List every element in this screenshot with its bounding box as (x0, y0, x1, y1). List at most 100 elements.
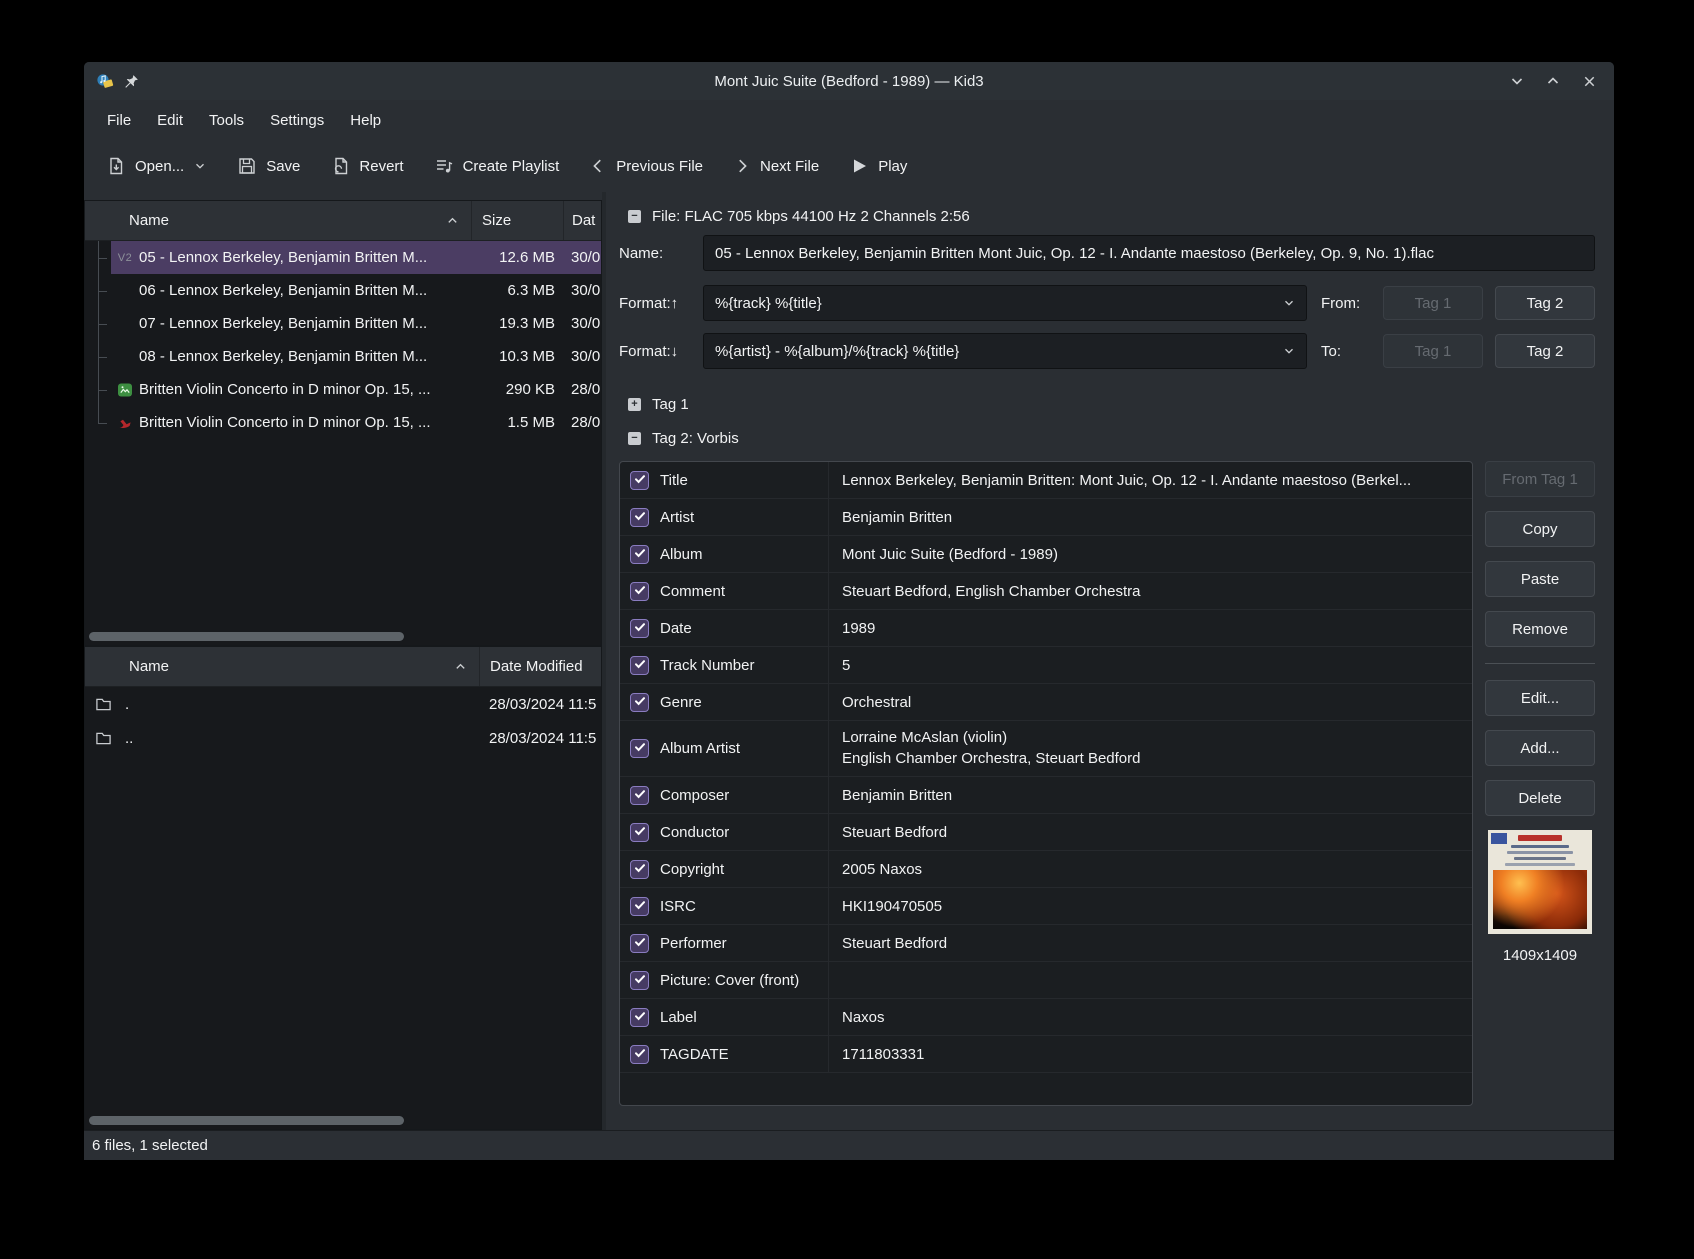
tag-field-value[interactable]: HKI190470505 (828, 888, 1472, 924)
checkbox-copyright[interactable] (630, 860, 649, 879)
tag-row-album: AlbumMont Juic Suite (Bedford - 1989) (620, 536, 1472, 573)
remove-button[interactable]: Remove (1485, 611, 1595, 647)
toolbar-previous-file[interactable]: Previous File (589, 157, 703, 175)
file-row[interactable]: Britten Violin Concerto in D minor Op. 1… (85, 373, 601, 406)
delete-button[interactable]: Delete (1485, 780, 1595, 816)
toolbar-create-playlist[interactable]: Create Playlist (434, 156, 560, 176)
tag2-section-header[interactable]: − Tag 2: Vorbis (619, 427, 1595, 449)
tag-field-value[interactable]: 2005 Naxos (828, 851, 1472, 887)
tag-field-value[interactable]: Lorraine McAslan (violin) English Chambe… (828, 721, 1472, 776)
playlist-icon (434, 156, 454, 176)
column-header-date[interactable]: Dat (563, 201, 601, 240)
minimize-icon[interactable] (1506, 70, 1528, 92)
toolbar-open[interactable]: Open... (106, 156, 207, 176)
checkbox-album[interactable] (630, 545, 649, 564)
scrollbar-thumb[interactable] (89, 632, 404, 641)
checkbox-title[interactable] (630, 471, 649, 490)
scrollbar-thumb[interactable] (89, 1116, 404, 1125)
column-header-name[interactable]: Name (85, 647, 479, 686)
file-row[interactable]: Britten Violin Concerto in D minor Op. 1… (85, 406, 601, 439)
from-tag2-button[interactable]: Tag 2 (1495, 286, 1595, 320)
file-list-hscrollbar[interactable] (85, 628, 601, 645)
tag-field-value[interactable]: Orchestral (828, 684, 1472, 720)
tag-row-genre: GenreOrchestral (620, 684, 1472, 721)
menu-help[interactable]: Help (337, 105, 394, 136)
collapse-icon[interactable]: − (628, 210, 641, 223)
checkbox-conductor[interactable] (630, 823, 649, 842)
tag-row-comment: CommentSteuart Bedford, English Chamber … (620, 573, 1472, 610)
file-date: 30/0 (563, 282, 601, 299)
checkbox-album-artist[interactable] (630, 739, 649, 758)
edit-button[interactable]: Edit... (1485, 680, 1595, 716)
file-name: 06 - Lennox Berkeley, Benjamin Britten M… (139, 282, 471, 299)
from-tag1-button[interactable]: Tag 1 (1383, 286, 1483, 320)
toolbar-revert[interactable]: Revert (330, 156, 403, 176)
paste-button[interactable]: Paste (1485, 561, 1595, 597)
to-tag2-button[interactable]: Tag 2 (1495, 334, 1595, 368)
expand-icon[interactable]: + (628, 398, 641, 411)
tag-field-value[interactable]: Steuart Bedford, English Chamber Orchest… (828, 573, 1472, 609)
checkbox-date[interactable] (630, 619, 649, 638)
file-marker: V2 (111, 252, 139, 264)
app-icon (96, 72, 114, 90)
tag-field-value[interactable]: 1989 (828, 610, 1472, 646)
dir-row[interactable]: ..28/03/2024 11:5 (85, 721, 601, 755)
column-header-size[interactable]: Size (471, 201, 563, 240)
file-row[interactable]: 08 - Lennox Berkeley, Benjamin Britten M… (85, 340, 601, 373)
menu-edit[interactable]: Edit (144, 105, 196, 136)
toolbar-play[interactable]: Play (849, 156, 907, 176)
checkbox-label[interactable] (630, 1008, 649, 1027)
toolbar-save[interactable]: Save (237, 156, 300, 176)
sort-ascending-icon (446, 214, 459, 227)
tag-row-copyright: Copyright2005 Naxos (620, 851, 1472, 888)
file-row[interactable]: 06 - Lennox Berkeley, Benjamin Britten M… (85, 274, 601, 307)
format-down-combobox[interactable]: %{artist} - %{album}/%{track} %{title} (703, 333, 1307, 369)
tag-field-value[interactable]: Steuart Bedford (828, 814, 1472, 850)
tag-field-value[interactable]: Steuart Bedford (828, 925, 1472, 961)
file-row[interactable]: 07 - Lennox Berkeley, Benjamin Britten M… (85, 307, 601, 340)
checkbox-artist[interactable] (630, 508, 649, 527)
tag-field-value[interactable]: 1711803331 (828, 1036, 1472, 1072)
titlebar[interactable]: Mont Juic Suite (Bedford - 1989) — Kid3 (84, 62, 1614, 100)
checkbox-performer[interactable] (630, 934, 649, 953)
pin-icon[interactable] (124, 74, 139, 89)
checkbox-comment[interactable] (630, 582, 649, 601)
tag-field-value[interactable]: Benjamin Britten (828, 777, 1472, 813)
check-icon (634, 472, 646, 489)
menu-file[interactable]: File (94, 105, 144, 136)
tag-field-value[interactable] (828, 962, 1472, 998)
tag-field-value[interactable]: 5 (828, 647, 1472, 683)
album-art-thumbnail[interactable] (1488, 830, 1592, 934)
to-tag1-button[interactable]: Tag 1 (1383, 334, 1483, 368)
file-row[interactable]: V205 - Lennox Berkeley, Benjamin Britten… (85, 241, 601, 274)
menu-tools[interactable]: Tools (196, 105, 257, 136)
tag-field-value[interactable]: Lennox Berkeley, Benjamin Britten: Mont … (828, 462, 1472, 498)
from-tag-1-button[interactable]: From Tag 1 (1485, 461, 1595, 497)
copy-button[interactable]: Copy (1485, 511, 1595, 547)
add-button[interactable]: Add... (1485, 730, 1595, 766)
checkbox-tagdate[interactable] (630, 1045, 649, 1064)
tag-field-value[interactable]: Benjamin Britten (828, 499, 1472, 535)
maximize-icon[interactable] (1542, 70, 1564, 92)
chevron-left-icon (589, 157, 607, 175)
checkbox-isrc[interactable] (630, 897, 649, 916)
column-header-date-modified[interactable]: Date Modified (479, 647, 601, 686)
column-header-name[interactable]: Name (85, 201, 471, 240)
checkbox-composer[interactable] (630, 786, 649, 805)
filename-input[interactable] (703, 235, 1595, 271)
close-icon[interactable] (1578, 70, 1600, 92)
tag-field-value[interactable]: Mont Juic Suite (Bedford - 1989) (828, 536, 1472, 572)
tag1-section-header[interactable]: + Tag 1 (619, 393, 1595, 415)
dir-list-hscrollbar[interactable] (85, 1112, 601, 1129)
checkbox-picture-cover-front[interactable] (630, 971, 649, 990)
chevron-down-icon[interactable] (193, 159, 207, 173)
tag-field-value[interactable]: Naxos (828, 999, 1472, 1035)
checkbox-track-number[interactable] (630, 656, 649, 675)
format-up-combobox[interactable]: %{track} %{title} (703, 285, 1307, 321)
collapse-icon[interactable]: − (628, 432, 641, 445)
menu-settings[interactable]: Settings (257, 105, 337, 136)
checkbox-genre[interactable] (630, 693, 649, 712)
dir-row[interactable]: .28/03/2024 11:5 (85, 687, 601, 721)
check-icon (634, 657, 646, 674)
toolbar-next-file[interactable]: Next File (733, 157, 819, 175)
